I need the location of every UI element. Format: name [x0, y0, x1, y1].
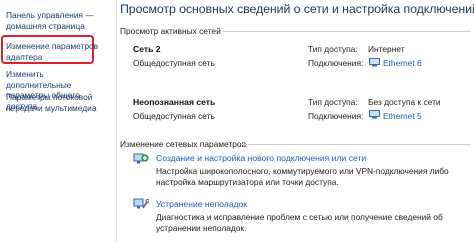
page-title: Просмотр основных сведений о сети и наст…: [120, 2, 474, 16]
section-divider: [223, 31, 471, 32]
section-divider: [242, 144, 471, 145]
setup-new-connection-link[interactable]: Создание и настройка нового подключения …: [156, 153, 366, 163]
connections-label: Подключения:: [308, 58, 364, 68]
network-setup-icon: [133, 153, 149, 164]
connection-link-ethernet-6[interactable]: Ethernet 6: [383, 58, 422, 68]
sidebar-link-control-panel-home[interactable]: Панель управления — домашняя страница: [6, 10, 110, 31]
sidebar-link-change-adapter-settings[interactable]: Изменение параметров адаптера: [6, 41, 110, 62]
ethernet-icon: [369, 110, 380, 119]
troubleshoot-icon: [133, 198, 149, 209]
access-type-value: Без доступа к сети: [368, 97, 441, 107]
connection-link-ethernet-5[interactable]: Ethernet 5: [383, 111, 422, 121]
troubleshoot-link[interactable]: Устранение неполадок: [156, 199, 247, 209]
network-category-link[interactable]: Общедоступная сеть: [133, 111, 215, 121]
active-networks-header: Просмотр активных сетей: [120, 26, 221, 36]
network-name: Сеть 2: [133, 44, 161, 54]
access-type-label: Тип доступа:: [308, 97, 358, 107]
network-name: Неопознанная сеть: [133, 97, 216, 107]
sidebar-link-media-streaming[interactable]: Параметры потоковой передачи мультимедиа: [6, 92, 110, 113]
access-type-value: Интернет: [368, 44, 405, 54]
ethernet-icon: [369, 58, 380, 67]
setup-new-connection-description: Настройка широкополосного, коммутируемог…: [156, 166, 449, 187]
network-category-link[interactable]: Общедоступная сеть: [133, 58, 215, 68]
sidebar: Панель управления — домашняя страница Из…: [0, 0, 117, 242]
connections-label: Подключения:: [308, 111, 364, 121]
change-settings-header: Изменение сетевых параметров: [120, 139, 247, 149]
troubleshoot-description: Диагностика и исправление проблем с сеть…: [156, 212, 443, 233]
access-type-label: Тип доступа:: [308, 44, 358, 54]
main-content: Просмотр основных сведений о сети и наст…: [120, 0, 474, 242]
